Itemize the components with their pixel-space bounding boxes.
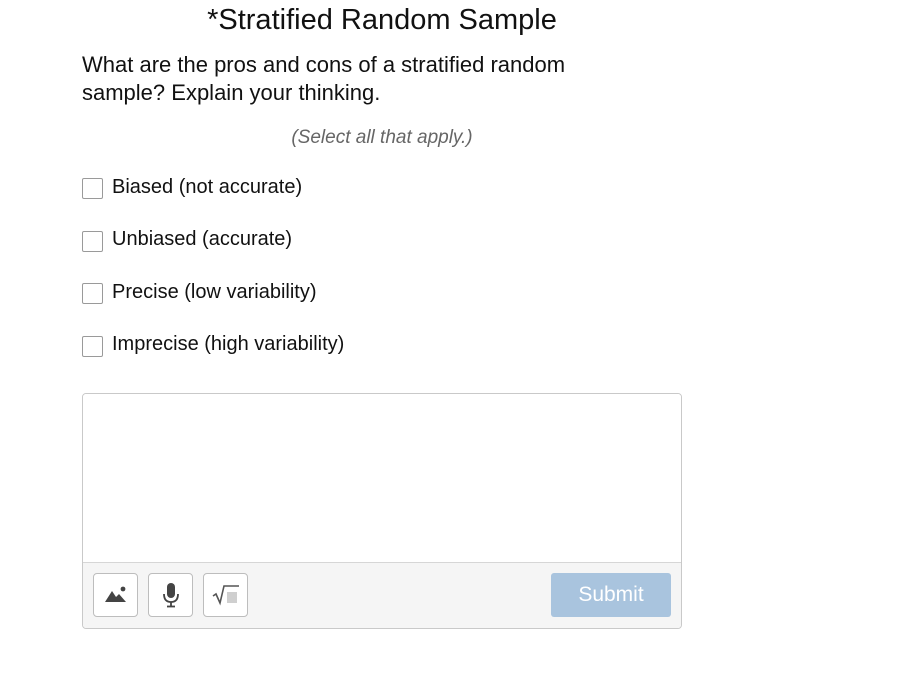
record-audio-button[interactable] (148, 573, 193, 617)
option-label: Precise (low variability) (112, 280, 317, 303)
insert-math-button[interactable] (203, 573, 248, 617)
option-label: Unbiased (accurate) (112, 228, 293, 250)
option-imprecise[interactable]: Imprecise (high variability) (82, 329, 344, 361)
question-title: *Stratified Random Sample (207, 4, 557, 36)
image-icon (104, 586, 126, 602)
option-precise[interactable]: Precise (low variability) (82, 276, 344, 308)
question-card: *Stratified Random Sample What are the p… (0, 0, 905, 699)
option-checkbox[interactable] (82, 230, 103, 252)
answer-options: Biased (not accurate) Unbiased (accurate… (82, 171, 344, 381)
option-unbiased[interactable]: Unbiased (accurate) (82, 224, 344, 256)
square-root-icon (212, 585, 239, 606)
option-checkbox[interactable] (82, 335, 103, 357)
submit-button[interactable]: Submit (551, 573, 671, 617)
editor-toolbar: Submit (83, 562, 681, 628)
select-all-hint: (Select all that apply.) (291, 127, 473, 148)
option-checkbox[interactable] (82, 178, 103, 199)
option-checkbox[interactable] (82, 283, 103, 304)
option-biased[interactable]: Biased (not accurate) (82, 171, 344, 203)
insert-image-button[interactable] (93, 573, 138, 617)
microphone-icon (162, 583, 179, 608)
explanation-editor: Submit (82, 393, 682, 629)
explanation-input[interactable] (83, 394, 681, 562)
option-label: Biased (not accurate) (112, 175, 303, 198)
question-prompt: What are the pros and cons of a stratifi… (82, 52, 566, 105)
option-label: Imprecise (high variability) (112, 333, 345, 355)
